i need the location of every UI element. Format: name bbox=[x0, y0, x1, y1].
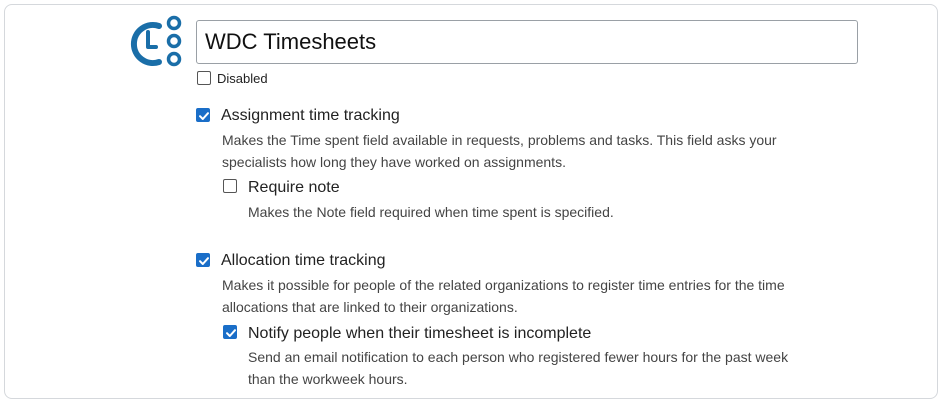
assignment-time-tracking-label: Assignment time tracking bbox=[221, 107, 400, 124]
require-note-description: Makes the Note field required when time … bbox=[248, 204, 614, 220]
timesheet-name-input[interactable] bbox=[196, 20, 858, 64]
allocation-time-tracking-label: Allocation time tracking bbox=[221, 252, 386, 269]
checkmark-icon bbox=[199, 112, 209, 120]
require-note-label: Require note bbox=[248, 179, 340, 196]
require-note-checkbox[interactable] bbox=[223, 179, 237, 193]
checkmark-icon bbox=[199, 257, 209, 265]
allocation-description: Makes it possible for people of the rela… bbox=[222, 277, 785, 315]
assignment-description: Makes the Time spent field available in … bbox=[222, 132, 777, 170]
timesheet-clock-icon bbox=[130, 15, 182, 67]
allocation-time-tracking-checkbox[interactable] bbox=[196, 253, 210, 267]
disabled-label: Disabled bbox=[217, 71, 268, 86]
notify-description: Send an email notification to each perso… bbox=[248, 349, 789, 387]
assignment-time-tracking-checkbox[interactable] bbox=[196, 108, 210, 122]
checkmark-icon bbox=[226, 329, 236, 337]
notify-incomplete-timesheet-label: Notify people when their timesheet is in… bbox=[248, 325, 592, 342]
notify-incomplete-timesheet-checkbox[interactable] bbox=[223, 325, 237, 339]
disabled-checkbox[interactable] bbox=[197, 71, 211, 85]
